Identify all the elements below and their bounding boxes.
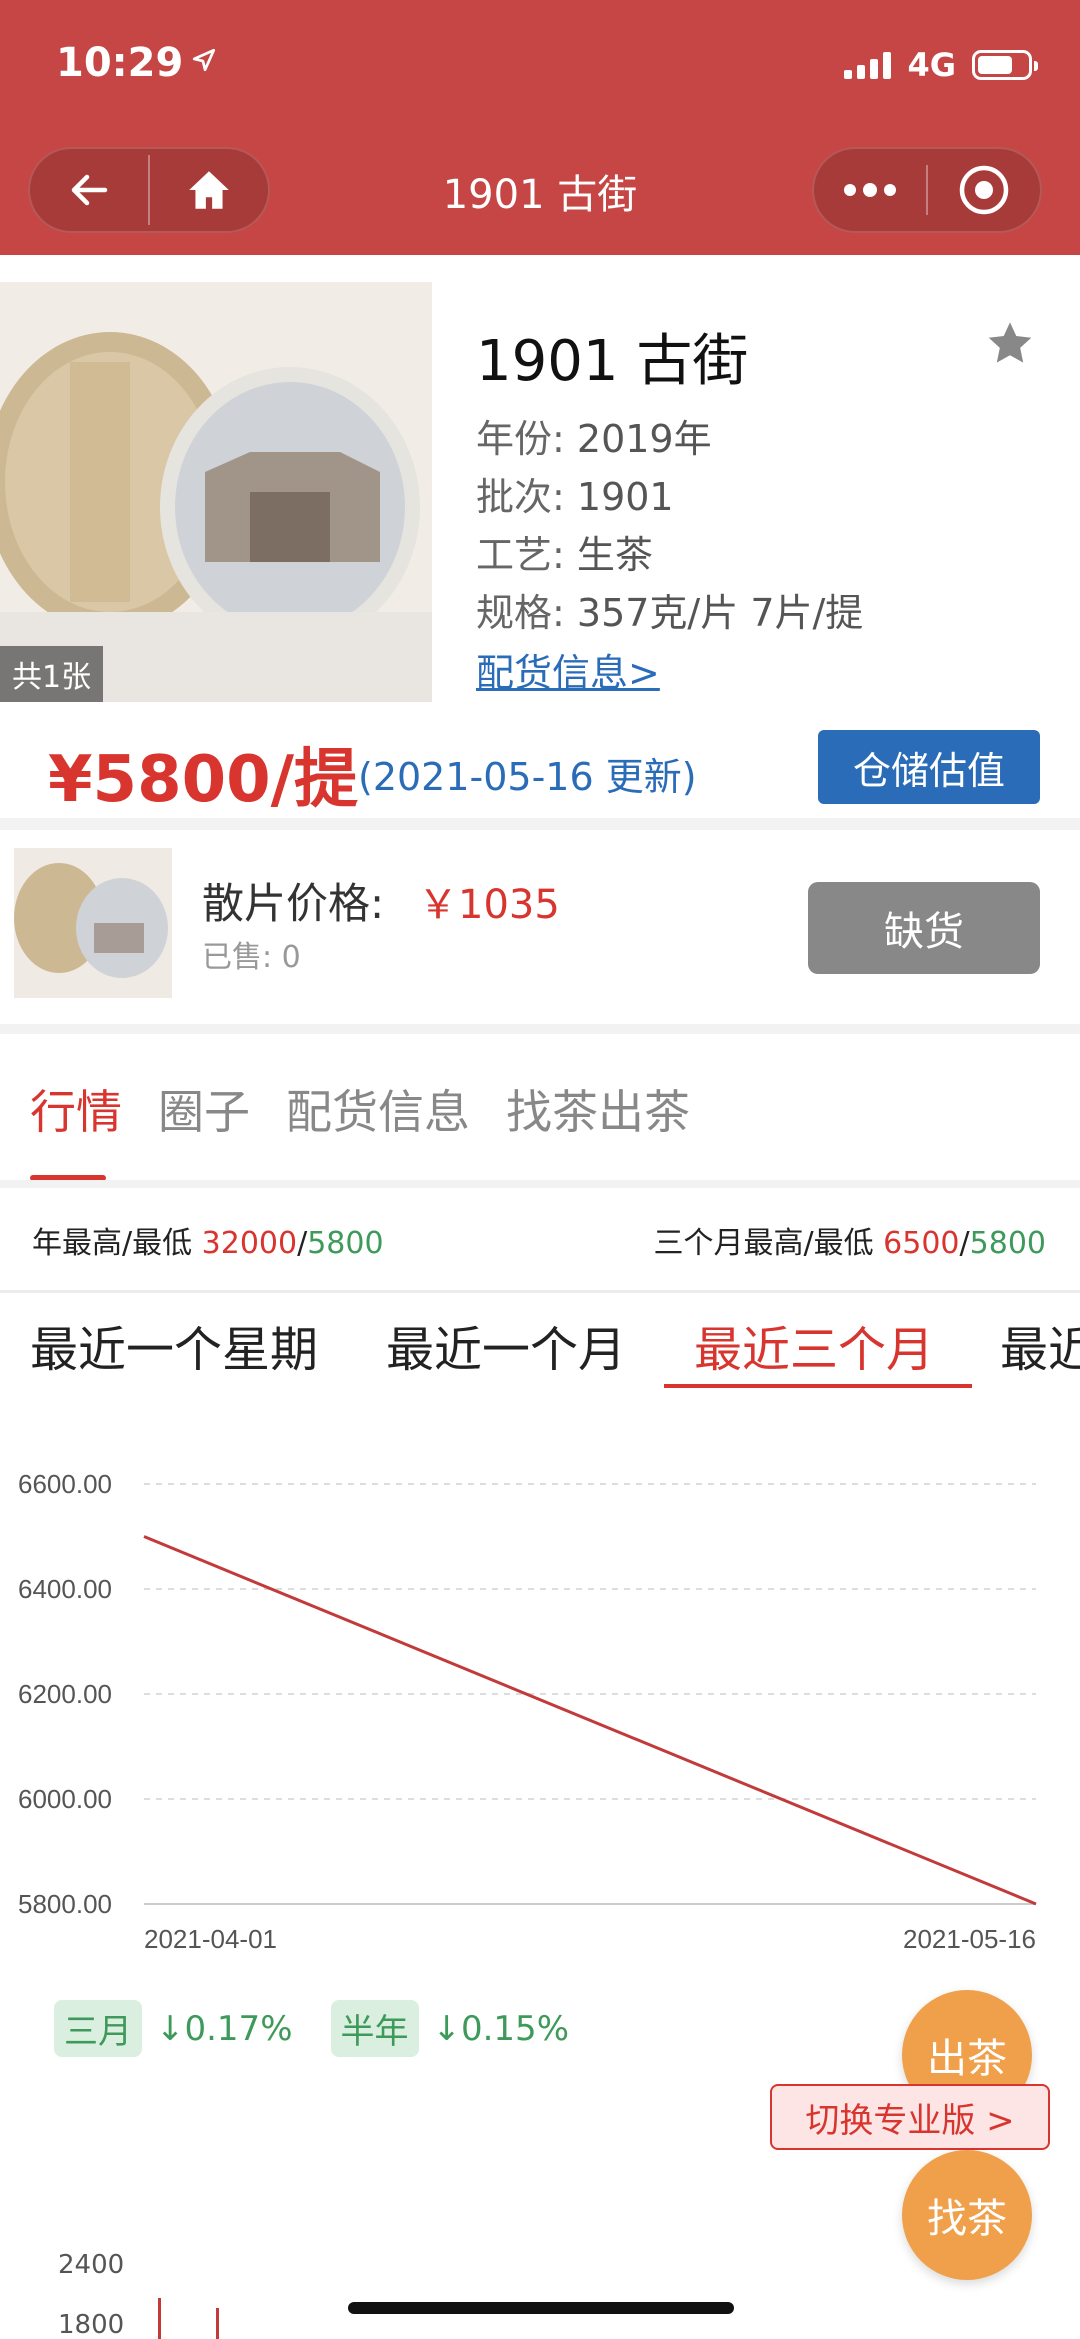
craft-label: 工艺: bbox=[476, 533, 565, 577]
half-year-change: ↓0.15% bbox=[432, 2008, 570, 2049]
change-percent-row: 三月 ↓0.17% 半年 ↓0.15% bbox=[54, 2000, 569, 2057]
spec-value: 357克/片 7片/提 bbox=[576, 591, 864, 635]
slash: / bbox=[959, 1226, 970, 1261]
product-price: ¥5800/提 bbox=[48, 743, 359, 817]
signal-icon bbox=[844, 51, 892, 79]
section-divider bbox=[0, 1024, 1080, 1034]
tea-cake-thumb-illustration bbox=[14, 848, 172, 998]
active-range-indicator bbox=[664, 1384, 972, 1388]
batch-label: 批次: bbox=[476, 475, 565, 519]
y-tick-label: 6400.00 bbox=[18, 1574, 112, 1604]
tab-find-sell[interactable]: 找茶出茶 bbox=[506, 1076, 690, 1142]
image-count-badge: 共1张 bbox=[0, 646, 104, 702]
range-tab-three-months[interactable]: 最近三个月 bbox=[694, 1310, 934, 1380]
range-tab-week[interactable]: 最近一个星期 bbox=[30, 1310, 318, 1380]
star-icon bbox=[988, 322, 1032, 363]
three-month-high-value: 6500 bbox=[883, 1226, 960, 1261]
location-arrow-icon bbox=[191, 46, 217, 81]
y-tick-label: 5800.00 bbox=[18, 1889, 112, 1919]
year-low-value: 5800 bbox=[307, 1226, 384, 1261]
stats-divider bbox=[0, 1290, 1080, 1293]
sold-count: 已售: 0 bbox=[202, 940, 301, 975]
section-divider bbox=[0, 818, 1080, 830]
loose-price-label: 散片价格: bbox=[202, 879, 385, 928]
status-icons: 4G bbox=[844, 46, 1038, 84]
tab-allocation[interactable]: 配货信息 bbox=[286, 1076, 470, 1142]
half-year-badge: 半年 bbox=[330, 2000, 419, 2057]
product-title: 1901 古街 bbox=[476, 329, 749, 394]
slash: / bbox=[297, 1226, 308, 1261]
spec-row: 规格: 357克/片 7片/提 bbox=[476, 582, 863, 637]
year-high-value: 32000 bbox=[201, 1226, 298, 1261]
network-text: 4G bbox=[907, 46, 956, 84]
battery-icon bbox=[972, 50, 1038, 80]
tab-circle[interactable]: 圈子 bbox=[158, 1076, 250, 1142]
y-tick-label: 6000.00 bbox=[18, 1784, 112, 1814]
year-high-low: 年最高/最低 32000/5800 bbox=[32, 1218, 384, 1262]
bottom-chart-bar bbox=[158, 2298, 161, 2339]
tea-cake-illustration bbox=[0, 282, 432, 702]
loose-price-value: ￥1035 bbox=[418, 882, 560, 928]
spec-label: 规格: bbox=[476, 591, 565, 635]
bottom-chart-bar bbox=[216, 2308, 219, 2339]
x-tick-label: 2021-04-01 bbox=[144, 1924, 277, 1954]
range-tab-more[interactable]: 最近 bbox=[1000, 1310, 1080, 1380]
x-tick-label: 2021-05-16 bbox=[903, 1924, 1036, 1954]
content-tabs: 行情 圈子 配货信息 找茶出茶 bbox=[30, 1076, 690, 1142]
year-row: 年份: 2019年 bbox=[476, 408, 712, 463]
more-dots-icon bbox=[844, 183, 896, 197]
batch-row: 批次: 1901 bbox=[476, 466, 674, 521]
price-series-line bbox=[143, 1535, 1037, 1906]
favorite-star-button[interactable] bbox=[984, 318, 1036, 374]
three-month-label: 三个月最高/最低 bbox=[653, 1226, 874, 1261]
three-month-change: ↓0.17% bbox=[156, 2008, 293, 2049]
storage-valuation-button[interactable]: 仓储估值 bbox=[818, 730, 1040, 804]
find-tea-fab[interactable]: 找茶 bbox=[902, 2150, 1032, 2280]
more-button[interactable] bbox=[814, 149, 926, 231]
craft-row: 工艺: 生茶 bbox=[476, 524, 653, 579]
home-indicator bbox=[348, 2302, 734, 2314]
status-time: 10:29 bbox=[56, 40, 217, 86]
year-high-low-label: 年最高/最低 bbox=[32, 1226, 193, 1261]
header-bar: 10:29 4G 1901 古街 bbox=[0, 0, 1080, 255]
y-tick-label: 6600.00 bbox=[18, 1469, 112, 1499]
time-text: 10:29 bbox=[56, 40, 184, 86]
three-month-badge: 三月 bbox=[54, 2000, 142, 2057]
year-label: 年份: bbox=[476, 417, 565, 461]
switch-pro-button[interactable]: 切换专业版 > bbox=[770, 2084, 1050, 2150]
section-divider bbox=[0, 1180, 1080, 1188]
range-tab-month[interactable]: 最近一个月 bbox=[386, 1310, 626, 1380]
target-circle-icon bbox=[959, 165, 1009, 215]
close-miniprogram-button[interactable] bbox=[928, 149, 1040, 231]
y-tick-label: 6200.00 bbox=[18, 1679, 112, 1709]
price-line-chart: 6600.00 6400.00 6200.00 6000.00 5800.00 2021-… bbox=[18, 1469, 1037, 1954]
product-image[interactable]: 共1张 bbox=[0, 282, 432, 702]
tab-market[interactable]: 行情 bbox=[30, 1076, 122, 1142]
price-update-date: (2021-05-16 更新) bbox=[358, 755, 697, 799]
batch-value: 1901 bbox=[576, 475, 674, 519]
nav-capsule-right bbox=[812, 147, 1042, 233]
bottom-chart-tick: 2400 bbox=[58, 2250, 125, 2280]
three-month-high-low: 三个月最高/最低 6500/5800 bbox=[654, 1218, 1046, 1262]
loose-cake-thumbnail bbox=[14, 848, 172, 998]
bottom-chart-tick: 1800 bbox=[58, 2310, 125, 2339]
allocation-info-link[interactable]: 配货信息> bbox=[476, 642, 660, 697]
year-value: 2019年 bbox=[576, 417, 712, 461]
three-month-low-value: 5800 bbox=[969, 1226, 1046, 1261]
out-of-stock-button[interactable]: 缺货 bbox=[808, 882, 1040, 974]
craft-value: 生茶 bbox=[576, 533, 653, 577]
